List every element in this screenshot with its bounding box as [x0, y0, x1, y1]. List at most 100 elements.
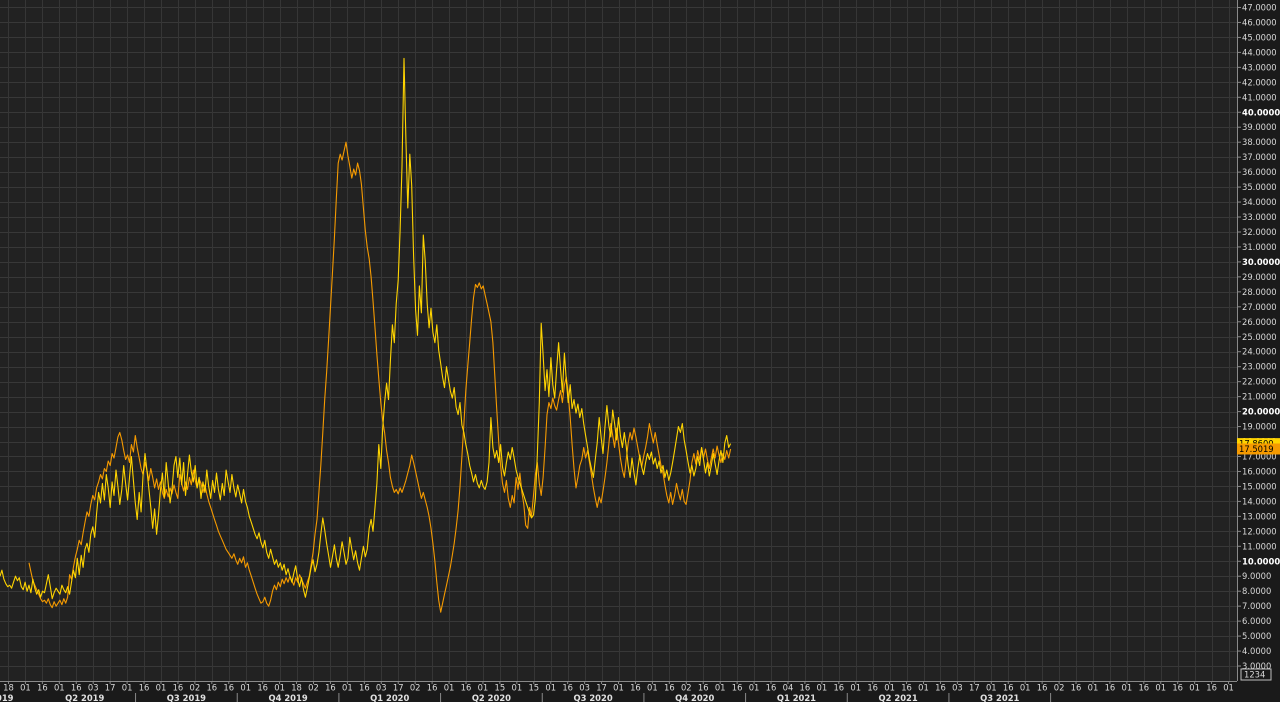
corner-box[interactable]: 1234 [1240, 668, 1272, 681]
x-tick-label: 16 [257, 683, 268, 693]
x-tick-label: 01 [274, 683, 285, 693]
y-tick-label: 28.0000 [1242, 287, 1277, 297]
x-tick-label: 01 [1223, 683, 1234, 693]
x-tick-label: 17 [969, 683, 980, 693]
x-quarter-label: Q1 2020 [370, 693, 409, 702]
x-tick-label: 16 [698, 683, 709, 693]
x-tick-label: 01 [986, 683, 997, 693]
x-quarter-label: Q1 2021 [777, 693, 816, 702]
y-tick-label: 29.0000 [1242, 272, 1277, 282]
x-tick-label: 02 [410, 683, 421, 693]
y-tick-label: 20.0000 [1242, 407, 1280, 417]
y-tick-label: 16.0000 [1242, 466, 1277, 476]
x-tick-label: 01 [20, 683, 31, 693]
y-tick-label: 34.0000 [1242, 197, 1277, 207]
x-tick-label: 01 [817, 683, 828, 693]
y-tick-label: 46.0000 [1242, 17, 1277, 27]
y-tick-label: 13.0000 [1242, 511, 1277, 521]
x-tick-label: 01 [545, 683, 556, 693]
y-tick-label: 14.0000 [1242, 496, 1277, 506]
x-tick-label: 02 [308, 683, 319, 693]
y-tick-label: 12.0000 [1242, 526, 1277, 536]
x-tick-label: 16 [173, 683, 184, 693]
y-tick-label: 43.0000 [1242, 62, 1277, 72]
y-tick-label: 9.0000 [1242, 571, 1271, 581]
x-tick-label: 15 [528, 683, 539, 693]
y-tick-label: 40.0000 [1242, 107, 1280, 117]
corner-label: 1234 [1244, 670, 1265, 680]
x-tick-label: 01 [918, 683, 929, 693]
line-chart: 3.00004.00005.00006.00007.00008.00009.00… [0, 0, 1280, 702]
y-tick-label: 25.0000 [1242, 332, 1277, 342]
x-tick-label: 01 [342, 683, 353, 693]
x-tick-label: 02 [190, 683, 201, 693]
plot-background [0, 0, 1237, 681]
y-tick-label: 24.0000 [1242, 347, 1277, 357]
x-quarter-label: Q3 2019 [167, 693, 206, 702]
y-tick-label: 7.0000 [1242, 601, 1271, 611]
y-tick-label: 42.0000 [1242, 77, 1277, 87]
x-tick-label: 16 [766, 683, 777, 693]
x-tick-label: 01 [1122, 683, 1133, 693]
x-tick-label: 16 [71, 683, 82, 693]
y-tick-label: 8.0000 [1242, 586, 1271, 596]
x-tick-label: 16 [800, 683, 811, 693]
y-tick-label: 41.0000 [1242, 92, 1277, 102]
y-tick-label: 22.0000 [1242, 377, 1277, 387]
x-tick-label: 04 [783, 683, 794, 693]
x-tick-label: 01 [1155, 683, 1166, 693]
x-tick-label: 16 [562, 683, 573, 693]
x-tick-label: 16 [1037, 683, 1048, 693]
x-tick-label: 15 [495, 683, 506, 693]
x-tick-label: 16 [1172, 683, 1183, 693]
x-tick-label: 16 [901, 683, 912, 693]
y-tick-label: 36.0000 [1242, 167, 1277, 177]
x-quarter-label: Q2 2020 [472, 693, 511, 702]
y-tick-label: 32.0000 [1242, 227, 1277, 237]
x-tick-label: 16 [1206, 683, 1217, 693]
y-tick-label: 47.0000 [1242, 2, 1277, 12]
x-tick-label: 16 [223, 683, 234, 693]
y-tick-label: 23.0000 [1242, 362, 1277, 372]
x-quarter-label: Q4 2019 [268, 693, 307, 702]
y-tick-label: 31.0000 [1242, 242, 1277, 252]
x-tick-label: 01 [240, 683, 251, 693]
y-tick-label: 5.0000 [1242, 631, 1271, 641]
x-tick-label: 01 [884, 683, 895, 693]
x-tick-label: 03 [952, 683, 963, 693]
y-tick-label: 19.0000 [1242, 422, 1277, 432]
x-tick-label: 16 [427, 683, 438, 693]
y-tick-label: 37.0000 [1242, 152, 1277, 162]
y-tick-label: 10.0000 [1242, 556, 1280, 566]
x-tick-label: 16 [37, 683, 48, 693]
y-tick-label: 27.0000 [1242, 302, 1277, 312]
x-tick-label: 17 [596, 683, 607, 693]
x-tick-label: 16 [139, 683, 150, 693]
x-tick-label: 16 [630, 683, 641, 693]
x-tick-label: 16 [732, 683, 743, 693]
y-tick-label: 44.0000 [1242, 47, 1277, 57]
x-tick-label: 16 [833, 683, 844, 693]
x-tick-label: 16 [1138, 683, 1149, 693]
x-tick-label: 01 [1088, 683, 1099, 693]
x-tick-label: 01 [749, 683, 760, 693]
x-tick-label: 17 [393, 683, 404, 693]
x-tick-label: 16 [1071, 683, 1082, 693]
x-tick-label: 01 [54, 683, 65, 693]
x-quarter-label: Q4 2020 [675, 693, 714, 702]
x-quarter-label-partial: 019 [0, 693, 14, 702]
x-quarter-label: Q3 2020 [573, 693, 612, 702]
x-tick-label: 16 [935, 683, 946, 693]
y-tick-label: 38.0000 [1242, 137, 1277, 147]
y-tick-label: 45.0000 [1242, 32, 1277, 42]
x-tick-label: 16 [1003, 683, 1014, 693]
x-tick-label: 01 [613, 683, 624, 693]
x-tick-label: 16 [867, 683, 878, 693]
x-tick-label: 16 [664, 683, 675, 693]
x-tick-label: 16 [1105, 683, 1116, 693]
x-tick-label: 01 [444, 683, 455, 693]
x-tick-label: 16 [206, 683, 217, 693]
x-tick-label: 16 [461, 683, 472, 693]
y-tick-label: 4.0000 [1242, 646, 1271, 656]
y-tick-label: 26.0000 [1242, 317, 1277, 327]
